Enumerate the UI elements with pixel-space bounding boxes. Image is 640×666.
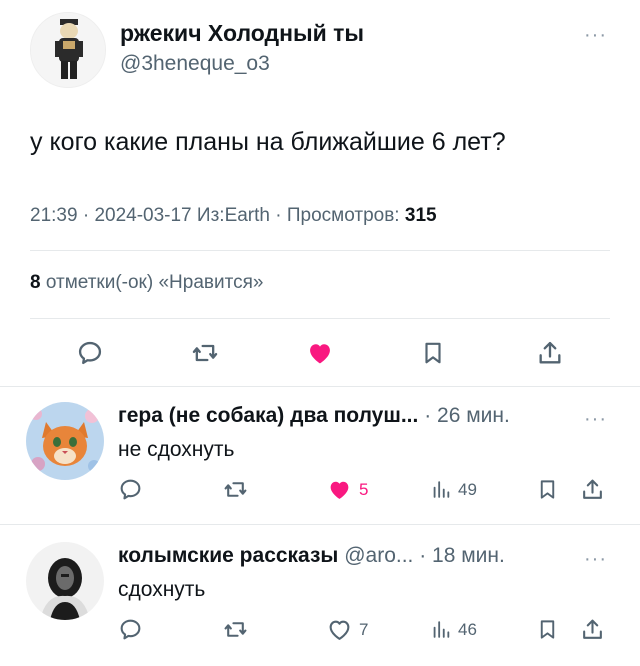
share-icon <box>583 479 602 499</box>
more-options-icon[interactable]: ··· <box>584 409 607 429</box>
like-button[interactable]: 5 <box>326 477 368 502</box>
retweet-button[interactable] <box>190 339 220 367</box>
views-button[interactable]: 49 <box>430 477 477 502</box>
views-count: 315 <box>404 205 437 226</box>
share-button[interactable] <box>580 617 605 642</box>
views-count: 49 <box>458 479 477 499</box>
tweet-date[interactable]: 2024-03-17 <box>94 205 191 226</box>
more-options-icon[interactable]: ··· <box>584 549 607 569</box>
author-handle[interactable]: @3heneque_o3 <box>120 52 270 76</box>
retweet-button[interactable] <box>222 617 249 642</box>
retweet-icon <box>224 622 247 637</box>
bookmark-button[interactable] <box>420 339 446 367</box>
reply-avatar[interactable] <box>26 402 104 480</box>
author-name[interactable]: ржекич Холодный ты <box>120 20 364 47</box>
likes-count: 8 <box>30 272 41 293</box>
divider <box>0 524 640 525</box>
like-count: 5 <box>359 479 369 499</box>
reply-button[interactable] <box>118 617 143 642</box>
tweet-meta: 21:39 · 2024-03-17 Из:Earth · Просмотров… <box>30 205 437 227</box>
views-icon <box>433 621 450 638</box>
like-icon-filled <box>310 344 330 364</box>
like-button[interactable] <box>305 339 335 367</box>
like-count: 7 <box>359 619 369 639</box>
views-icon <box>433 481 450 498</box>
reply-icon <box>120 619 141 640</box>
likes-label: отметки(-ок) «Нравится» <box>45 272 264 293</box>
views-count: 46 <box>458 619 477 639</box>
likes-summary[interactable]: 8 отметки(-ок) «Нравится» <box>30 272 263 294</box>
reply-header: колымские рассказы @aro... · 18 мин. <box>118 544 505 568</box>
meta-separator: · <box>82 205 95 226</box>
share-icon <box>539 341 561 364</box>
author-avatar[interactable] <box>30 12 106 88</box>
meta-separator: · <box>275 205 287 226</box>
divider <box>30 318 610 319</box>
retweet-icon <box>224 482 247 497</box>
reply-avatar[interactable] <box>26 542 104 620</box>
retweet-icon <box>192 344 218 362</box>
like-button[interactable]: 7 <box>326 617 368 642</box>
bookmark-button[interactable] <box>536 477 559 502</box>
share-button[interactable] <box>580 477 605 502</box>
reply-button[interactable] <box>76 339 104 367</box>
reply-handle-time[interactable]: @aro... · 18 мин. <box>344 544 505 567</box>
retweet-button[interactable] <box>222 477 249 502</box>
bookmark-button[interactable] <box>536 617 559 642</box>
bookmark-icon <box>540 620 555 639</box>
share-icon <box>583 619 602 639</box>
bookmark-icon <box>540 480 555 499</box>
tweet-source: Из:Earth <box>196 205 270 226</box>
views-label: Просмотров: <box>286 205 400 226</box>
reply-author-name[interactable]: гера (не собака) два полуш... <box>118 404 418 427</box>
divider <box>30 250 610 251</box>
more-options-icon[interactable]: ··· <box>584 25 607 45</box>
reply-text: сдохнуть <box>118 578 206 601</box>
like-icon <box>329 620 350 640</box>
tweet-time[interactable]: 21:39 <box>30 205 78 226</box>
reply-icon <box>78 341 102 365</box>
reply-time[interactable]: · 26 мин. <box>424 404 510 427</box>
divider <box>0 386 640 387</box>
bookmark-icon <box>425 342 441 364</box>
share-button[interactable] <box>536 339 564 367</box>
reply-text: не сдохнуть <box>118 438 235 461</box>
reply-button[interactable] <box>118 477 143 502</box>
reply-header: гера (не собака) два полуш... · 26 мин. <box>118 404 510 428</box>
tweet-text: у кого какие планы на ближайшие 6 лет? <box>30 128 506 156</box>
views-button[interactable]: 46 <box>430 617 477 642</box>
reply-icon <box>120 479 141 500</box>
like-icon-filled <box>330 481 349 499</box>
reply-author-name[interactable]: колымские рассказы <box>118 544 338 567</box>
